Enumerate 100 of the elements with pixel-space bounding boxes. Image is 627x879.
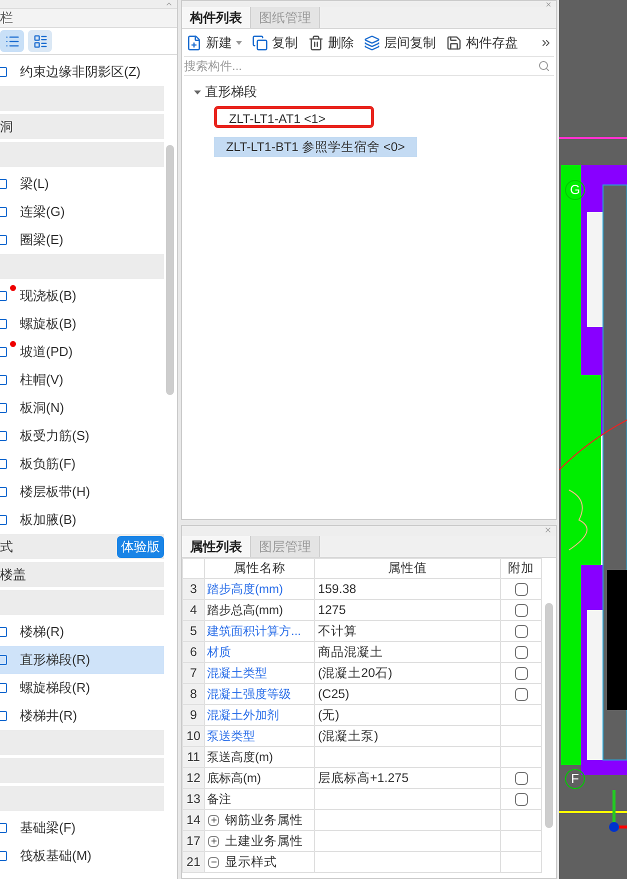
new-file-icon bbox=[186, 34, 202, 50]
checkbox[interactable] bbox=[514, 582, 528, 596]
component-item[interactable]: 基础梁(F) bbox=[0, 814, 164, 842]
component-item[interactable]: 筏板基础(M) bbox=[0, 842, 164, 870]
component-item[interactable]: 约束边缘非阴影区(Z) bbox=[0, 58, 164, 86]
checkbox[interactable] bbox=[514, 604, 528, 617]
component-item[interactable]: 柱帽(V) bbox=[0, 366, 164, 394]
view-toggle-button[interactable] bbox=[28, 30, 52, 52]
component-item[interactable]: 直形梯段(R) bbox=[0, 646, 164, 674]
property-value[interactable]: 1275 bbox=[314, 600, 500, 620]
tree-item[interactable]: ZLT-LT1-BT1 参照学生宿舍 <0> bbox=[214, 137, 417, 157]
row-number: 4 bbox=[182, 600, 204, 620]
checkbox[interactable] bbox=[514, 688, 528, 701]
column-header: 属性值 bbox=[314, 558, 500, 578]
component-item[interactable]: 板洞(N) bbox=[0, 394, 164, 422]
copy-icon bbox=[252, 34, 268, 50]
property-value[interactable]: (混凝土20石) bbox=[314, 662, 500, 684]
row-number: 5 bbox=[182, 620, 204, 642]
checkbox[interactable] bbox=[514, 624, 528, 638]
toolbar-button[interactable]: 构件存盘 bbox=[446, 32, 518, 52]
row-number: 6 bbox=[182, 642, 204, 662]
component-item[interactable]: 板受力筋(S) bbox=[0, 422, 164, 450]
save-icon bbox=[446, 34, 462, 50]
panel-tab[interactable]: 构件列表 bbox=[182, 7, 251, 28]
detail-list-icon bbox=[32, 34, 48, 48]
search-icon bbox=[538, 60, 550, 72]
tree-node[interactable]: 直形梯段 bbox=[205, 82, 257, 102]
column-header: 附加 bbox=[500, 558, 542, 578]
property-name: 踏步高度(mm) bbox=[204, 578, 314, 600]
group-name: 钢筋业务属性 bbox=[225, 812, 303, 829]
row-number: 21 bbox=[182, 852, 204, 872]
collapse-icon[interactable] bbox=[165, 0, 173, 8]
scrollbar-thumb[interactable] bbox=[166, 145, 174, 395]
checkbox[interactable] bbox=[514, 792, 528, 806]
expand-arrow-icon[interactable] bbox=[194, 88, 201, 96]
property-value[interactable]: (C25) bbox=[314, 684, 500, 704]
expand-icon[interactable] bbox=[208, 836, 219, 846]
component-item[interactable]: 螺旋梯段(R) bbox=[0, 674, 164, 702]
property-name: 泵送高度(m) bbox=[204, 746, 314, 768]
property-name: 踏步总高(mm) bbox=[204, 600, 314, 620]
component-item[interactable]: 楼梯井(R) bbox=[0, 702, 164, 730]
category-header[interactable]: 式 体验版 bbox=[0, 534, 164, 559]
property-value[interactable]: 商品混凝土 bbox=[314, 642, 500, 662]
property-name: 备注 bbox=[204, 788, 314, 810]
component-item[interactable]: 梁(L) bbox=[0, 170, 164, 198]
property-name: 底标高(m) bbox=[204, 768, 314, 788]
toolbar-button[interactable]: 新建 bbox=[186, 32, 242, 52]
property-value[interactable]: (混凝土泵) bbox=[314, 726, 500, 746]
category-label: 楼盖 bbox=[0, 566, 26, 584]
property-value[interactable]: 不计算 bbox=[314, 620, 500, 642]
component-item[interactable]: 现浇板(B) bbox=[0, 282, 164, 310]
row-number: 7 bbox=[182, 662, 204, 684]
close-icon[interactable] bbox=[544, 526, 552, 534]
trash-icon bbox=[308, 34, 324, 50]
property-value[interactable]: 层底标高+1.275 bbox=[314, 768, 500, 788]
row-number: 8 bbox=[182, 684, 204, 704]
toolbar-button[interactable]: 复制 bbox=[252, 32, 298, 52]
component-item[interactable]: 板加腋(B) bbox=[0, 506, 164, 534]
row-number: 9 bbox=[182, 704, 204, 726]
component-item[interactable]: 楼梯(R) bbox=[0, 618, 164, 646]
property-name: 混凝土强度等级 bbox=[204, 684, 314, 704]
close-icon[interactable] bbox=[545, 1, 552, 8]
panel-tab[interactable]: 属性列表 bbox=[182, 536, 251, 557]
checkbox[interactable] bbox=[514, 772, 528, 785]
component-item[interactable]: 连梁(G) bbox=[0, 198, 164, 226]
checkbox[interactable] bbox=[514, 646, 528, 659]
scrollbar-thumb[interactable] bbox=[545, 603, 553, 828]
tree-item[interactable]: ZLT-LT1-AT1 <1> bbox=[214, 106, 374, 128]
row-number: 3 bbox=[182, 578, 204, 600]
category-header[interactable]: 楼盖 bbox=[0, 562, 164, 587]
collapse-icon[interactable] bbox=[208, 856, 219, 868]
component-item[interactable]: 板负筋(F) bbox=[0, 450, 164, 478]
row-number: 17 bbox=[182, 830, 204, 852]
panel-title: 栏 bbox=[0, 9, 13, 28]
toolbar-button[interactable]: 删除 bbox=[308, 32, 354, 52]
axis-label: G bbox=[565, 180, 585, 200]
checkbox[interactable] bbox=[514, 666, 528, 680]
category-header[interactable]: 洞 bbox=[0, 114, 164, 139]
column-header: 属性名称 bbox=[204, 558, 314, 578]
search-field[interactable]: 搜索构件... bbox=[184, 57, 538, 75]
row-number: 12 bbox=[182, 768, 204, 788]
trial-badge: 体验版 bbox=[117, 536, 164, 558]
component-item[interactable]: 圈梁(E) bbox=[0, 226, 164, 254]
property-value[interactable]: 159.38 bbox=[314, 578, 500, 600]
layers-icon bbox=[364, 34, 380, 50]
group-name: 显示样式 bbox=[225, 854, 277, 871]
property-name: 混凝土外加剂 bbox=[204, 704, 314, 726]
component-item[interactable]: 坡道(PD) bbox=[0, 338, 164, 366]
category-label: 式 bbox=[0, 538, 13, 556]
component-item[interactable]: 螺旋板(B) bbox=[0, 310, 164, 338]
group-name: 土建业务属性 bbox=[225, 832, 303, 850]
component-item[interactable]: 楼层板带(H) bbox=[0, 478, 164, 506]
view-toggle-button[interactable] bbox=[0, 30, 24, 52]
property-name: 混凝土类型 bbox=[204, 662, 314, 684]
list-icon bbox=[4, 34, 20, 48]
property-name: 泵送类型 bbox=[204, 726, 314, 746]
expand-icon[interactable] bbox=[208, 814, 219, 826]
toolbar-button[interactable]: 层间复制 bbox=[364, 32, 436, 52]
property-value[interactable]: (无) bbox=[314, 704, 500, 726]
row-number: 13 bbox=[182, 788, 204, 810]
